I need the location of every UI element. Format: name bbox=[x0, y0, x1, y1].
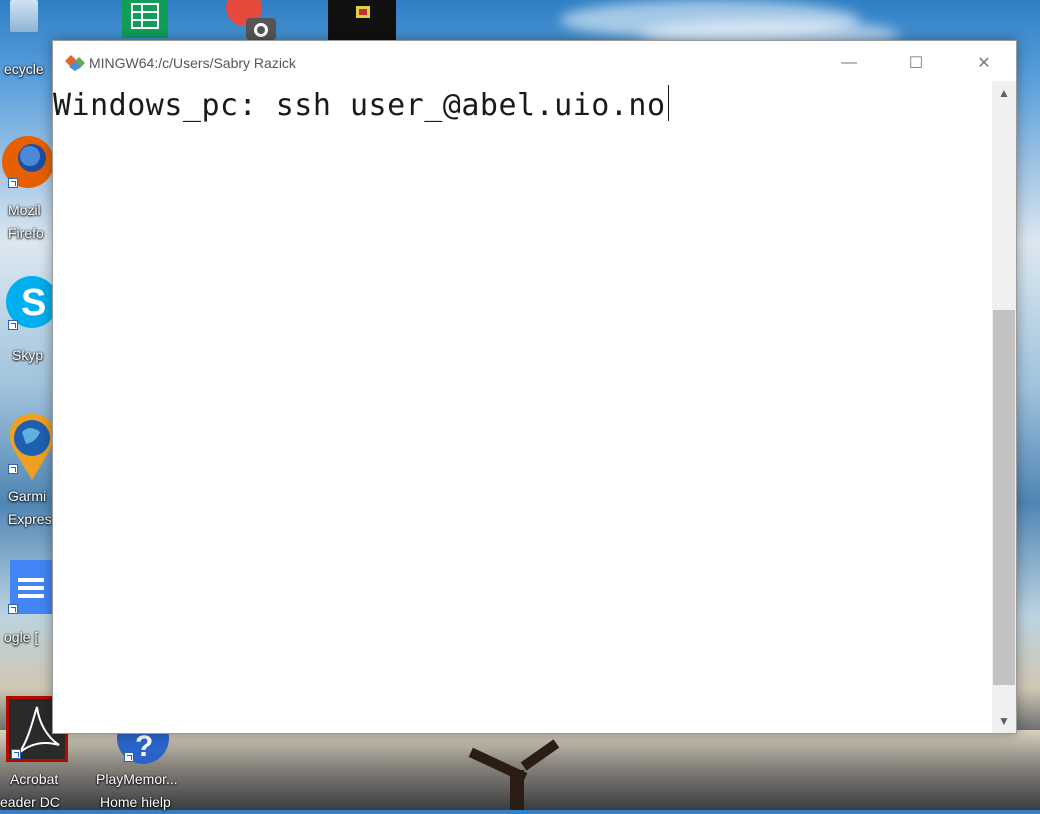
shortcut-arrow-icon bbox=[8, 320, 18, 330]
terminal-content[interactable]: Windows_pc: ssh user_@abel.uio.no bbox=[53, 81, 991, 733]
sheets-icon[interactable] bbox=[122, 0, 168, 38]
chevron-up-icon: ▲ bbox=[998, 86, 1010, 100]
text-cursor bbox=[667, 85, 669, 121]
desktop-icon-label: Home hielp bbox=[100, 794, 171, 810]
command-line[interactable]: Windows_pc: ssh user_@abel.uio.no bbox=[53, 85, 669, 123]
git-diamond-icon bbox=[65, 55, 85, 71]
shortcut-arrow-icon bbox=[8, 178, 18, 188]
close-icon: ✕ bbox=[977, 55, 991, 72]
scroll-thumb[interactable] bbox=[993, 310, 1015, 685]
wallpaper-figure bbox=[510, 770, 524, 810]
camera-icon bbox=[226, 0, 276, 40]
shortcut-arrow-icon bbox=[124, 752, 134, 762]
scroll-down-button[interactable]: ▼ bbox=[992, 709, 1016, 733]
window-title: MINGW64:/c/Users/Sabry Razick bbox=[89, 55, 296, 71]
svg-text:?: ? bbox=[135, 730, 153, 763]
minimize-button[interactable]: — bbox=[826, 49, 872, 77]
google-docs-shortcut[interactable] bbox=[0, 556, 60, 618]
desktop-icon-label: Acrobat bbox=[10, 771, 59, 787]
shortcut-arrow-icon bbox=[8, 464, 18, 474]
desktop-icon-label: Skyp bbox=[12, 347, 44, 363]
minimize-icon: — bbox=[841, 54, 857, 71]
close-button[interactable]: ✕ bbox=[961, 49, 1007, 77]
garmin-express-shortcut[interactable] bbox=[0, 410, 60, 482]
desktop-icon-label: Mozil bbox=[8, 202, 41, 218]
desktop-icon-label: Garmi bbox=[8, 488, 47, 504]
skype-shortcut[interactable]: S bbox=[0, 270, 60, 330]
camera-app-icon[interactable] bbox=[222, 0, 278, 42]
command-text: Windows_pc: ssh user_@abel.uio.no bbox=[53, 88, 666, 123]
desktop-icon-label: PlayMemor... bbox=[96, 771, 178, 787]
shortcut-arrow-icon bbox=[11, 749, 21, 759]
svg-text:S: S bbox=[21, 282, 46, 324]
game-app-icon[interactable] bbox=[328, 0, 396, 40]
desktop-icon-label: ecycle bbox=[4, 61, 44, 77]
chevron-down-icon: ▼ bbox=[998, 714, 1010, 728]
vertical-scrollbar[interactable]: ▲ ▼ bbox=[992, 81, 1016, 733]
desktop-icon-label: Expres bbox=[8, 511, 52, 527]
scroll-up-button[interactable]: ▲ bbox=[992, 81, 1016, 105]
terminal-window[interactable]: MINGW64:/c/Users/Sabry Razick — ☐ ✕ Wind… bbox=[52, 40, 1017, 734]
desktop-icon-label: ogle [ bbox=[4, 629, 39, 645]
firefox-shortcut[interactable] bbox=[0, 128, 60, 188]
recycle-bin-icon[interactable] bbox=[10, 0, 38, 32]
maximize-icon: ☐ bbox=[908, 55, 924, 72]
desktop-icon-label: Firefo bbox=[8, 225, 44, 241]
title-bar[interactable]: MINGW64:/c/Users/Sabry Razick — ☐ ✕ bbox=[53, 41, 1016, 81]
desktop-icon-label: eader DC bbox=[0, 794, 60, 810]
shortcut-arrow-icon bbox=[8, 604, 18, 614]
controller-icon bbox=[356, 6, 370, 18]
maximize-button[interactable]: ☐ bbox=[893, 49, 939, 77]
sheets-grid-icon bbox=[131, 3, 159, 29]
